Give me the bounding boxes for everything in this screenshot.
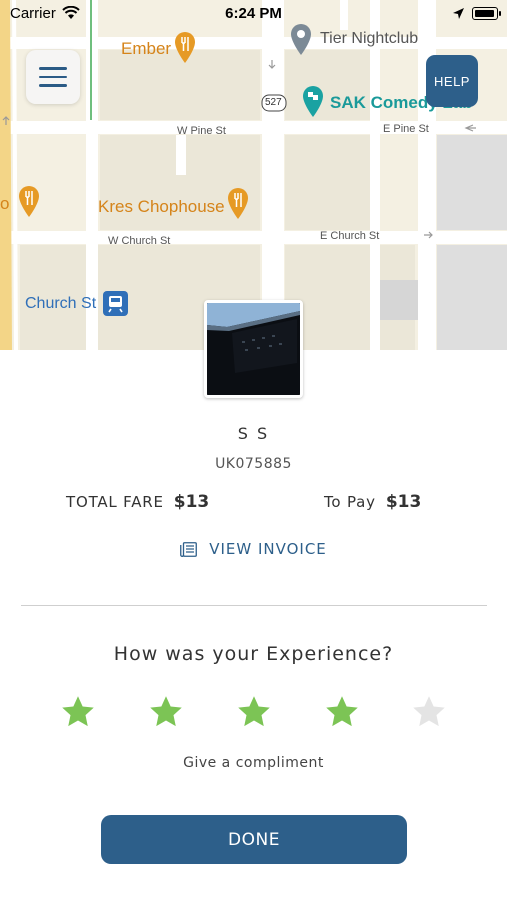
poi-label-tier-nightclub[interactable]: Tier Nightclub	[320, 30, 418, 48]
route-shield-label: 527	[265, 97, 282, 108]
poi-label-ember[interactable]: Ember	[121, 39, 171, 59]
star-icon[interactable]	[411, 694, 447, 730]
street-label-e-church: E Church St	[320, 230, 380, 242]
restaurant-pin-icon[interactable]	[226, 186, 250, 220]
transit-station-icon[interactable]	[103, 291, 128, 316]
view-invoice-label[interactable]: VIEW INVOICE	[209, 540, 327, 558]
star-icon[interactable]	[324, 694, 360, 730]
total-fare-label: TOTAL FARE	[66, 493, 164, 511]
to-pay-label: To Pay	[324, 493, 376, 511]
menu-button[interactable]	[26, 50, 80, 104]
to-pay: To Pay $13	[324, 492, 421, 512]
help-button[interactable]: HELP	[426, 55, 478, 107]
street-label-w-church: W Church St	[108, 235, 171, 247]
star-icon[interactable]	[60, 694, 96, 730]
vehicle-number: UK075885	[215, 456, 292, 472]
poi-label-partial[interactable]: o	[0, 194, 9, 214]
give-compliment-link[interactable]: Give a compliment	[0, 755, 507, 771]
driver-name: S S	[237, 424, 270, 443]
star-icon[interactable]	[236, 694, 272, 730]
street-label-e-pine: E Pine St	[383, 123, 429, 135]
experience-title: How was your Experience?	[113, 643, 394, 665]
theater-pin-icon[interactable]	[301, 84, 325, 118]
invoice-icon	[180, 541, 198, 557]
poi-label-kres-chophouse[interactable]: Kres Chophouse	[98, 197, 225, 217]
total-fare-value: $13	[173, 492, 210, 512]
poi-label-church-st[interactable]: Church St	[25, 295, 96, 313]
restaurant-pin-icon[interactable]	[17, 184, 41, 218]
done-button[interactable]: DONE	[101, 815, 407, 864]
star-rating[interactable]	[0, 694, 507, 734]
battery-icon	[472, 7, 501, 20]
status-bar: Carrier 6:24 PM	[0, 0, 507, 28]
to-pay-value: $13	[385, 492, 422, 512]
total-fare: TOTAL FARE $13	[66, 492, 209, 512]
street-label-w-pine: W Pine St	[177, 125, 226, 137]
star-icon[interactable]	[148, 694, 184, 730]
driver-photo	[204, 300, 303, 398]
location-arrow-icon	[453, 8, 464, 19]
view-invoice-link[interactable]: VIEW INVOICE	[0, 540, 507, 558]
hamburger-menu-icon	[39, 67, 67, 70]
status-time: 6:24 PM	[225, 5, 282, 22]
divider	[21, 605, 487, 606]
restaurant-pin-icon[interactable]	[173, 30, 197, 64]
